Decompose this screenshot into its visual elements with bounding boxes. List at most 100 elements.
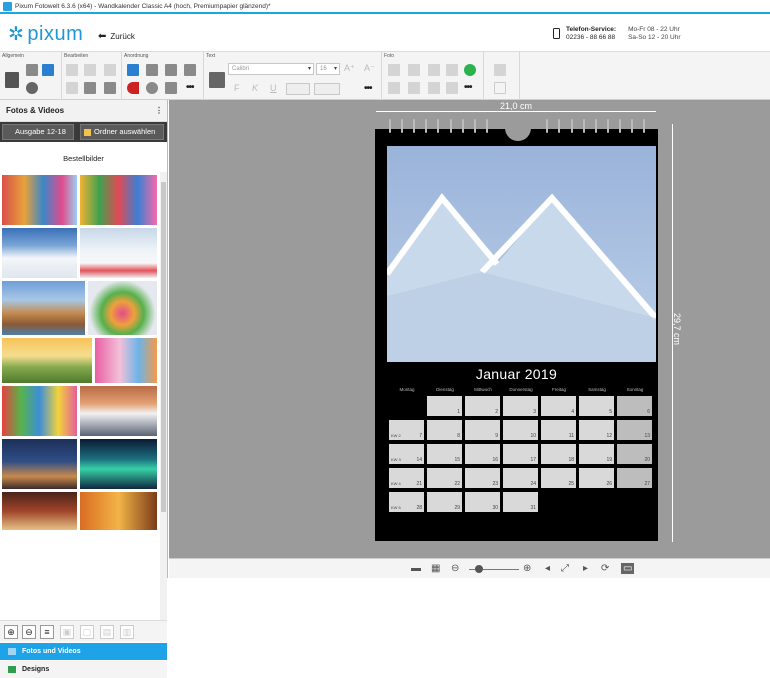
calendar-day-cell[interactable]: KW 2 7: [389, 420, 424, 440]
calendar-day-cell[interactable]: 20: [617, 444, 652, 464]
calendar-day-cell[interactable]: 25: [541, 468, 576, 488]
photo-replace-icon[interactable]: [428, 82, 440, 94]
calendar-day-cell[interactable]: 10: [503, 420, 538, 440]
design-canvas[interactable]: 21,0 cm 29,7 cm Januar 2019 Montag Dienst…: [169, 100, 770, 558]
filter-icon[interactable]: ▣: [60, 625, 74, 639]
photo-mirror-icon[interactable]: [446, 64, 458, 76]
single-page-view-icon[interactable]: ▬: [411, 563, 421, 574]
rotate-icon[interactable]: [146, 82, 158, 94]
photo-thumbnail[interactable]: [94, 337, 158, 384]
calendar-day-cell[interactable]: 16: [465, 444, 500, 464]
photo-frame-icon[interactable]: [388, 82, 400, 94]
layer-icon[interactable]: [165, 64, 177, 76]
calendar-day-cell[interactable]: 4: [541, 396, 576, 416]
italic-button[interactable]: K: [252, 83, 258, 93]
frame-icon[interactable]: [146, 64, 158, 76]
text-more-button[interactable]: •••: [364, 83, 372, 94]
align-icon[interactable]: [165, 82, 177, 94]
next-page-icon[interactable]: ▸: [583, 563, 588, 574]
copy-icon[interactable]: [84, 82, 96, 94]
overview-grid-icon[interactable]: ▦: [431, 563, 440, 574]
auto-fix-icon[interactable]: [464, 64, 476, 76]
photo-thumbnail[interactable]: [79, 174, 158, 226]
calendar-day-cell[interactable]: 15: [427, 444, 462, 464]
back-button[interactable]: ⬅ Zurück: [98, 31, 135, 42]
page-layout-icon[interactable]: [26, 64, 38, 76]
calendar-day-cell[interactable]: 31: [503, 492, 538, 512]
image-icon[interactable]: [42, 64, 54, 76]
zoom-out-icon[interactable]: ⊖: [451, 563, 459, 574]
photo-thumbnail[interactable]: [1, 385, 78, 437]
fit-to-screen-icon[interactable]: ⤢: [561, 563, 569, 574]
photo-fill-icon[interactable]: [446, 82, 458, 94]
save-icon[interactable]: [5, 72, 19, 88]
calendar-page[interactable]: Januar 2019 Montag Dienstag Mittwoch Donner…: [375, 119, 658, 541]
calendar-day-cell[interactable]: 2: [465, 396, 500, 416]
nav-photos-videos[interactable]: Fotos und Videos: [0, 643, 167, 660]
underline-button[interactable]: U: [270, 83, 277, 93]
calendar-day-cell[interactable]: 22: [427, 468, 462, 488]
photo-rotate-icon[interactable]: [428, 64, 440, 76]
rotate-view-icon[interactable]: ⟳: [601, 563, 609, 574]
calendar-day-cell[interactable]: KW 3 14: [389, 444, 424, 464]
photo-thumbnail[interactable]: [79, 385, 158, 437]
calendar-day-cell[interactable]: 6: [617, 396, 652, 416]
group-icon[interactable]: [184, 64, 196, 76]
calendar-day-cell[interactable]: 1: [427, 396, 462, 416]
text-box-icon[interactable]: [209, 72, 225, 88]
undo-icon[interactable]: [66, 64, 78, 76]
photo-placeholder[interactable]: [387, 146, 656, 362]
calendar-day-cell[interactable]: 9: [465, 420, 500, 440]
calendar-day-cell[interactable]: 11: [541, 420, 576, 440]
photo-effects-icon[interactable]: [408, 64, 420, 76]
photo-thumbnail[interactable]: [79, 491, 158, 531]
zoom-in-thumbnails-icon[interactable]: ⊕: [4, 625, 18, 639]
font-family-select[interactable]: Calibri ▾: [228, 63, 314, 75]
fullscreen-icon[interactable]: [494, 82, 506, 94]
scrollbar-thumb[interactable]: [161, 182, 166, 512]
redo-icon[interactable]: [84, 64, 96, 76]
calendar-day-cell[interactable]: 12: [579, 420, 614, 440]
nav-designs[interactable]: Designs: [0, 661, 167, 678]
info-icon[interactable]: ▤: [100, 625, 114, 639]
photo-thumbnail[interactable]: [87, 280, 158, 336]
preview-icon[interactable]: ▭: [621, 563, 635, 574]
pixum-logo[interactable]: ✲ pixum: [8, 23, 83, 46]
sort-icon[interactable]: ≡: [40, 625, 54, 639]
calendar-day-cell[interactable]: 29: [427, 492, 462, 512]
cut-icon[interactable]: [66, 82, 78, 94]
calendar-day-cell[interactable]: 26: [579, 468, 614, 488]
photo-more-button[interactable]: •••: [464, 82, 472, 93]
font-grow-icon[interactable]: A⁺: [344, 63, 355, 74]
calendar-day-cell[interactable]: 19: [579, 444, 614, 464]
calendar-day-cell[interactable]: 3: [503, 396, 538, 416]
add-photo-icon[interactable]: ▥: [120, 625, 134, 639]
photo-thumbnail[interactable]: [79, 227, 158, 279]
calendar-day-cell[interactable]: 13: [617, 420, 652, 440]
export-icon[interactable]: [494, 64, 506, 76]
paste-icon[interactable]: [104, 82, 116, 94]
calendar-month-title[interactable]: Januar 2019: [375, 366, 658, 382]
calendar-day-cell[interactable]: KW 4 21: [389, 468, 424, 488]
zoom-out-thumbnails-icon[interactable]: ⊖: [22, 625, 36, 639]
photo-thumbnail[interactable]: [1, 491, 78, 531]
calendar-day-cell[interactable]: 30: [465, 492, 500, 512]
calendar-day-cell[interactable]: 18: [541, 444, 576, 464]
gear-icon[interactable]: [26, 82, 38, 94]
crop-icon[interactable]: [388, 64, 400, 76]
arrange-more-button[interactable]: •••: [186, 82, 194, 93]
photo-thumbnail[interactable]: [1, 337, 93, 384]
bold-button[interactable]: F: [234, 83, 240, 93]
calendar-day-cell[interactable]: 23: [465, 468, 500, 488]
calendar-day-cell[interactable]: 17: [503, 444, 538, 464]
magnet-icon[interactable]: [127, 82, 139, 94]
photo-thumbnail[interactable]: [1, 174, 78, 226]
previous-page-icon[interactable]: ◂: [545, 563, 550, 574]
calendar-day-cell[interactable]: 5: [579, 396, 614, 416]
sidebar-menu-icon[interactable]: ⋮: [155, 100, 163, 122]
photo-adjust-icon[interactable]: [408, 82, 420, 94]
text-align-select[interactable]: [314, 83, 340, 95]
zoom-in-icon[interactable]: ⊕: [523, 563, 531, 574]
text-color-select[interactable]: [286, 83, 310, 95]
grid-icon[interactable]: [127, 64, 139, 76]
